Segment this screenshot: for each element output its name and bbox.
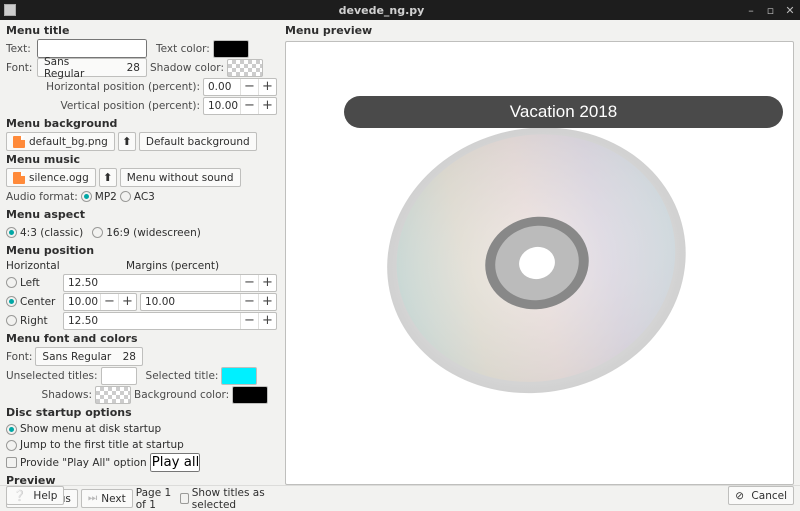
plus-icon[interactable]: + [258, 294, 276, 310]
music-upload-button[interactable]: ⬆ [99, 168, 117, 187]
menu-bg-heading: Menu background [6, 117, 277, 130]
menu-music-heading: Menu music [6, 153, 277, 166]
shadow-color-label: Shadow color: [150, 62, 224, 74]
music-file-button[interactable]: silence.ogg [6, 168, 96, 187]
radio-mp2[interactable] [81, 191, 92, 202]
startup-heading: Disc startup options [6, 406, 277, 419]
bgcolor-swatch[interactable] [232, 386, 268, 404]
text-label: Text: [6, 43, 34, 55]
disc-image [382, 108, 692, 418]
radio-left[interactable] [6, 277, 17, 288]
bg-file-button[interactable]: default_bg.png [6, 132, 115, 151]
app-icon [4, 4, 16, 16]
menu-aspect-heading: Menu aspect [6, 208, 277, 221]
vpos-spinner[interactable]: 10.00−+ [203, 97, 277, 115]
next-icon: ⏭ [88, 492, 97, 505]
checkbox-playall[interactable] [6, 457, 17, 468]
plus-icon[interactable]: + [258, 98, 276, 114]
titlebar: devede_ng.py – ▫ ✕ [0, 0, 800, 20]
radio-169[interactable] [92, 227, 103, 238]
margins-label: Margins (percent) [126, 260, 219, 272]
checkbox-show-selected[interactable] [180, 493, 188, 504]
vpos-label: Vertical position (percent): [6, 100, 200, 112]
minus-icon[interactable]: − [240, 294, 258, 310]
plus-icon[interactable]: + [258, 79, 276, 95]
mfont-label: Font: [6, 351, 32, 363]
radio-showmenu[interactable] [6, 424, 17, 435]
minus-icon[interactable]: − [240, 79, 258, 95]
shadows-label: Shadows: [6, 389, 92, 401]
file-icon [13, 136, 25, 148]
menu-title-heading: Menu title [6, 24, 277, 37]
playall-input[interactable] [150, 453, 200, 472]
upload-icon: ⬆ [122, 135, 131, 148]
minus-icon[interactable]: − [100, 294, 118, 310]
file-icon [13, 172, 25, 184]
next-button[interactable]: ⏭Next [81, 489, 133, 508]
menu-preview: Vacation 2018 [285, 41, 794, 485]
close-button[interactable]: ✕ [784, 4, 796, 17]
shadow-color-swatch[interactable] [227, 59, 263, 77]
menu-banner-text: Vacation 2018 [344, 96, 783, 128]
right-margin-spinner[interactable]: 12.50−+ [63, 312, 277, 330]
radio-right[interactable] [6, 315, 17, 326]
menu-preview-label: Menu preview [285, 24, 794, 37]
no-sound-button[interactable]: Menu without sound [120, 168, 241, 187]
minus-icon[interactable]: − [240, 275, 258, 291]
radio-ac3[interactable] [120, 191, 131, 202]
center-val-spinner[interactable]: 10.00−+ [63, 293, 137, 311]
bgcolor-label: Background color: [134, 389, 229, 401]
title-font-button[interactable]: Sans Regular 28 [37, 58, 147, 77]
unselected-color-swatch[interactable] [101, 367, 137, 385]
menu-font-button[interactable]: Sans Regular 28 [35, 347, 143, 366]
selected-label: Selected title: [146, 370, 219, 382]
left-margin-spinner[interactable]: 12.50−+ [63, 274, 277, 292]
bg-upload-button[interactable]: ⬆ [118, 132, 136, 151]
plus-icon[interactable]: + [118, 294, 136, 310]
minus-icon[interactable]: − [240, 313, 258, 329]
plus-icon[interactable]: + [258, 313, 276, 329]
cancel-button[interactable]: ⊘ Cancel [728, 486, 794, 505]
shadows-color-swatch[interactable] [95, 386, 131, 404]
unselected-label: Unselected titles: [6, 370, 98, 382]
default-bg-button[interactable]: Default background [139, 132, 257, 151]
text-color-swatch[interactable] [213, 40, 249, 58]
maximize-button[interactable]: ▫ [765, 4, 777, 17]
selected-color-swatch[interactable] [221, 367, 257, 385]
audio-format-label: Audio format: [6, 191, 78, 203]
upload-icon: ⬆ [103, 171, 112, 184]
hpos-spinner[interactable]: 0.00−+ [203, 78, 277, 96]
plus-icon[interactable]: + [258, 275, 276, 291]
radio-center[interactable] [6, 296, 17, 307]
text-color-label: Text color: [156, 43, 210, 55]
minimize-button[interactable]: – [745, 4, 757, 17]
settings-panel: Menu title Text: Text color: Font: Sans … [0, 20, 283, 485]
help-button[interactable]: ❔ Help [6, 486, 64, 505]
radio-43[interactable] [6, 227, 17, 238]
window-title: devede_ng.py [22, 4, 741, 17]
minus-icon[interactable]: − [240, 98, 258, 114]
menu-position-heading: Menu position [6, 244, 277, 257]
hpos-label: Horizontal position (percent): [6, 81, 200, 93]
center-margin-spinner[interactable]: 10.00−+ [140, 293, 277, 311]
horizontal-label: Horizontal [6, 260, 66, 272]
font-label: Font: [6, 62, 34, 74]
radio-jump[interactable] [6, 440, 17, 451]
menu-font-heading: Menu font and colors [6, 332, 277, 345]
